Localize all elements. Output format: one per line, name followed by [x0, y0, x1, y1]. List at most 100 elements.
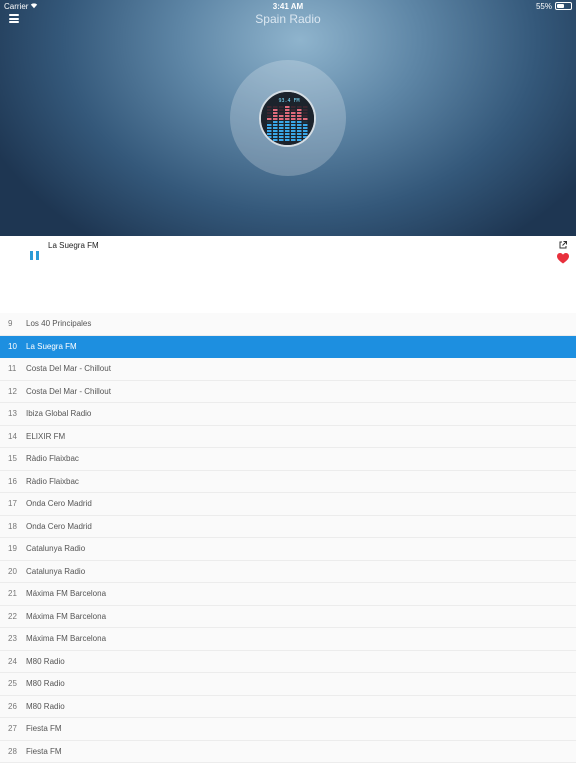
station-row[interactable]: 22 Máxima FM Barcelona	[0, 605, 576, 628]
equalizer-segment	[273, 139, 278, 141]
equalizer-segment	[279, 106, 284, 108]
equalizer-segment	[267, 124, 272, 126]
station-number: 17	[8, 499, 17, 509]
station-name: Los 40 Principales	[26, 319, 92, 329]
equalizer-segment	[267, 127, 272, 129]
equalizer-segment	[303, 121, 308, 123]
equalizer-segment	[279, 118, 284, 120]
equalizer-segment	[303, 112, 308, 114]
equalizer-segment	[291, 118, 296, 120]
equalizer-segment	[297, 127, 302, 129]
now-playing-title: La Suegra FM	[48, 241, 99, 250]
hero-background: Carrier 3:41 AM 55% Spain Radio 93.4 FM	[0, 0, 576, 236]
station-name: ELIXIR FM	[26, 431, 66, 441]
equalizer-segment	[303, 106, 308, 108]
equalizer-segment	[285, 118, 290, 120]
equalizer-segment	[291, 133, 296, 135]
equalizer-segment	[303, 130, 308, 132]
equalizer-segment	[303, 118, 308, 120]
share-icon[interactable]	[558, 240, 568, 250]
equalizer-segment	[291, 124, 296, 126]
equalizer-segment	[285, 136, 290, 138]
station-row[interactable]: 19 Catalunya Radio	[0, 538, 576, 561]
equalizer-segment	[267, 130, 272, 132]
equalizer-segment	[285, 139, 290, 141]
equalizer-segment	[279, 124, 284, 126]
station-name: Fiesta FM	[26, 724, 62, 734]
equalizer-segment	[273, 112, 278, 114]
station-list: 9 Los 40 Principales 10 La Suegra FM 11 Costa…	[0, 313, 576, 763]
station-row[interactable]: 28 Fiesta FM	[0, 740, 576, 763]
equalizer-segment	[291, 130, 296, 132]
battery-fill	[557, 4, 565, 8]
equalizer-segment	[297, 112, 302, 114]
station-row[interactable]: 12 Costa Del Mar - Chillout	[0, 380, 576, 403]
station-number: 19	[8, 544, 17, 554]
heart-icon[interactable]	[557, 253, 569, 264]
equalizer-segment	[291, 112, 296, 114]
station-row[interactable]: 27 Fiesta FM	[0, 718, 576, 741]
station-name: Máxima FM Barcelona	[26, 589, 107, 599]
station-row[interactable]: 18 Onda Cero Madrid	[0, 515, 576, 538]
equalizer-segment	[273, 124, 278, 126]
station-number: 16	[8, 476, 17, 486]
battery-percent: 55%	[535, 2, 552, 11]
pause-button[interactable]	[29, 251, 40, 262]
station-number: 10	[8, 341, 17, 351]
station-number: 27	[8, 724, 17, 734]
station-name: Máxima FM Barcelona	[26, 611, 107, 621]
station-row[interactable]: 21 Máxima FM Barcelona	[0, 583, 576, 606]
equalizer-segment	[267, 136, 272, 138]
equalizer-segment	[273, 121, 278, 123]
equalizer-segment	[285, 130, 290, 132]
station-row[interactable]: 26 M80 Radio	[0, 695, 576, 718]
equalizer-segment	[279, 139, 284, 141]
equalizer-segment	[267, 121, 272, 123]
equalizer-segment	[285, 127, 290, 129]
station-number: 24	[8, 656, 17, 666]
station-name: Onda Cero Madrid	[26, 499, 92, 509]
equalizer-segment	[273, 130, 278, 132]
equalizer-segment	[297, 124, 302, 126]
station-name: M80 Radio	[26, 701, 65, 711]
station-row[interactable]: 24 M80 Radio	[0, 650, 576, 673]
equalizer-segment	[297, 139, 302, 141]
station-row[interactable]: 23 Máxima FM Barcelona	[0, 628, 576, 651]
station-row[interactable]: 10 La Suegra FM	[0, 335, 576, 358]
station-number: 14	[8, 431, 17, 441]
station-name: Ràdio Flaixbac	[26, 476, 79, 486]
station-row[interactable]: 15 Ràdio Flaixbac	[0, 448, 576, 471]
equalizer-segment	[297, 136, 302, 138]
status-time: 3:41 AM	[272, 2, 304, 11]
equalizer-segment	[297, 130, 302, 132]
station-number: 11	[8, 364, 17, 374]
equalizer-segment	[267, 133, 272, 135]
equalizer-segment	[285, 112, 290, 114]
station-name: M80 Radio	[26, 679, 65, 689]
station-number: 13	[8, 409, 17, 419]
now-playing-bar: La Suegra FM	[0, 236, 576, 307]
station-artwork: 93.4 FM	[259, 90, 316, 147]
station-number: 22	[8, 611, 17, 621]
equalizer-segment	[291, 136, 296, 138]
station-row[interactable]: 17 Onda Cero Madrid	[0, 493, 576, 516]
equalizer-segment	[297, 118, 302, 120]
station-name: Catalunya Radio	[26, 566, 86, 576]
station-row[interactable]: 11 Costa Del Mar - Chillout	[0, 358, 576, 381]
station-number: 23	[8, 634, 17, 644]
equalizer-segment	[297, 106, 302, 108]
equalizer-segment	[297, 121, 302, 123]
station-row[interactable]: 20 Catalunya Radio	[0, 560, 576, 583]
station-row[interactable]: 14 ELIXIR FM	[0, 425, 576, 448]
equalizer-segment	[297, 109, 302, 111]
station-row[interactable]: 16 Ràdio Flaixbac	[0, 470, 576, 493]
station-number: 25	[8, 679, 17, 689]
equalizer-segment	[267, 118, 272, 120]
station-row[interactable]: 9 Los 40 Principales	[0, 313, 576, 336]
equalizer-segment	[273, 115, 278, 117]
equalizer-segment	[273, 133, 278, 135]
station-row[interactable]: 13 Ibiza Global Radio	[0, 403, 576, 426]
equalizer-segment	[273, 136, 278, 138]
equalizer-segment	[291, 121, 296, 123]
station-row[interactable]: 25 M80 Radio	[0, 673, 576, 696]
